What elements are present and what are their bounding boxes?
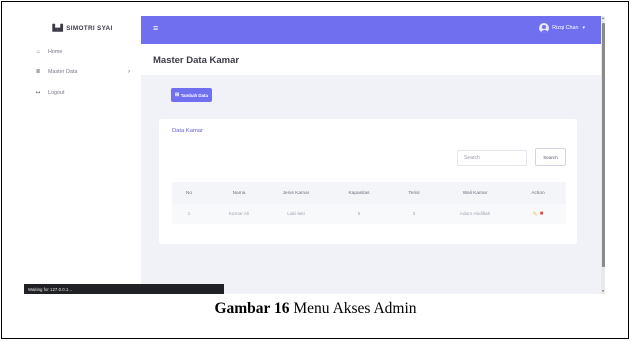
sidebar-item-label: Master Data [48, 69, 78, 75]
search-button[interactable]: Search [535, 148, 566, 166]
caption-number: Gambar 16 [214, 300, 290, 317]
brand[interactable]: ▙▟ SIMOTRI SYAI [24, 21, 141, 35]
header-jenis-kamar: Jenis Kamar [282, 190, 310, 196]
cell-terisi: 3 [412, 211, 416, 217]
sidebar-item-home[interactable]: ⌂ Home [24, 46, 141, 58]
trash-icon[interactable]: ■ [540, 211, 544, 217]
figure-caption: Gambar 16 Menu Akses Admin [0, 300, 631, 318]
user-menu[interactable]: Rizqi Chan ▾ [539, 23, 585, 33]
cell-no: 1 [187, 211, 191, 217]
hospital-icon: ▙▟ [52, 25, 64, 32]
plus-square-icon: ⊞ [175, 92, 180, 98]
home-icon: ⌂ [36, 49, 40, 55]
data-card: Data Kamar Search No Nama Jenis Kamar Ka… [159, 119, 577, 244]
chevron-down-icon: ▾ [582, 25, 585, 31]
table-header: No Nama Jenis Kamar Kapasitas Terisi Wal… [172, 182, 566, 204]
topbar: ≡ Rizqi Chan ▾ [141, 16, 601, 44]
page-header: Master Data Kamar [141, 44, 601, 75]
add-data-label: Tambah Data [180, 92, 208, 98]
edit-icon[interactable]: ✎ [533, 211, 538, 218]
caption-text: Menu Akses Admin [293, 300, 417, 317]
menu-toggle-icon[interactable]: ≡ [153, 24, 158, 33]
page-title: Master Data Kamar [153, 55, 240, 66]
scroll-thumb[interactable] [601, 23, 605, 267]
avatar-icon [539, 23, 550, 33]
search-input[interactable] [457, 150, 527, 166]
add-data-button[interactable]: ⊞ Tambah Data [171, 88, 212, 102]
header-action: Action [531, 190, 545, 196]
sidebar-item-label: Logout [48, 90, 65, 96]
header-terisi: Terisi [408, 190, 420, 196]
header-kapasitas: Kapasitas [348, 190, 370, 196]
table-row: 1 Kamar Ali Laki-laki 5 3 Adam Abdillah … [172, 204, 566, 224]
header-nama: Nama [232, 190, 246, 196]
header-wali-kamar: Wali Kamar [462, 190, 488, 196]
chevron-right-icon: › [128, 69, 130, 75]
logout-icon: ↦ [35, 90, 41, 96]
cell-action: ✎ ■ [514, 204, 562, 224]
scroll-up-icon[interactable]: ▲ [601, 16, 605, 20]
cell-wali-kamar: Adam Abdillah [459, 211, 491, 217]
scroll-down-icon[interactable]: ▼ [601, 289, 605, 293]
scrollbar[interactable]: ▲ ▼ [601, 16, 605, 294]
list-icon: ≣ [35, 69, 41, 75]
cell-nama: Kamar Ali [228, 211, 250, 217]
user-name: Rizqi Chan [552, 25, 579, 31]
brand-name: SIMOTRI SYAI [66, 24, 113, 32]
cell-kapasitas: 5 [357, 211, 361, 217]
sidebar-item-logout[interactable]: ↦ Logout [24, 87, 141, 99]
card-title: Data Kamar [172, 128, 203, 134]
header-no: No [185, 190, 193, 196]
browser-status-bar: Waiting for 127.0.0.1... [24, 284, 224, 294]
sidebar-item-label: Home [48, 49, 63, 55]
admin-screenshot: ▙▟ SIMOTRI SYAI ⌂ Home ≣ Master Data › ↦… [24, 16, 605, 294]
sidebar-item-master-data[interactable]: ≣ Master Data › [24, 66, 141, 78]
cell-jenis-kamar: Laki-laki [287, 211, 305, 217]
sidebar: ▙▟ SIMOTRI SYAI ⌂ Home ≣ Master Data › ↦… [24, 16, 141, 294]
